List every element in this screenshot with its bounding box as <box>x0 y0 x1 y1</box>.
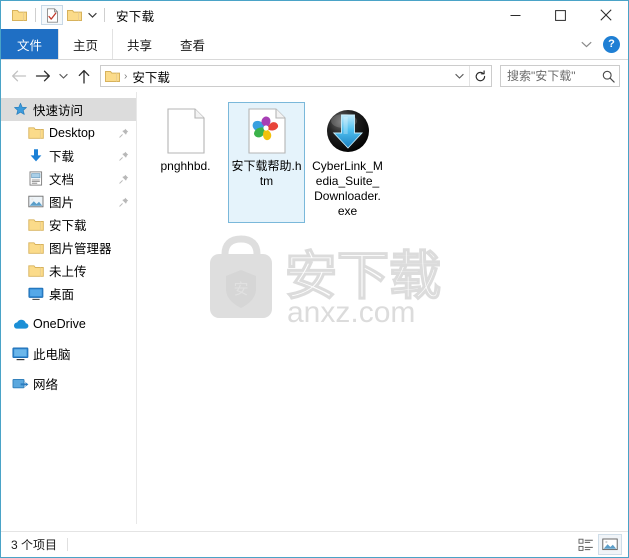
html-pinwheel-icon <box>243 107 291 155</box>
svg-text:安下载: 安下载 <box>285 248 441 306</box>
sidebar-item-label: 未上传 <box>49 265 87 279</box>
file-grid: pnghhbd. 安下载帮助.htm CyberLink_Media_Suite… <box>145 100 628 225</box>
sidebar-item-documents[interactable]: 文档 <box>1 167 136 190</box>
sidebar-item-desktop-en[interactable]: Desktop <box>1 121 136 144</box>
sidebar-item-label: 快速访问 <box>33 104 84 118</box>
this-pc-icon <box>11 345 29 363</box>
blank-document-icon <box>162 107 210 155</box>
minimize-button[interactable] <box>493 1 538 29</box>
star-icon <box>11 101 29 119</box>
folder-icon <box>27 124 45 142</box>
cyberlink-downloader-icon <box>324 107 372 155</box>
pictures-icon <box>27 193 45 211</box>
recent-locations-button[interactable] <box>55 64 72 88</box>
ribbon-right-controls: ? <box>577 29 624 59</box>
sidebar-item-pictures[interactable]: 图片 <box>1 190 136 213</box>
window-controls <box>493 1 628 29</box>
download-icon <box>27 147 45 165</box>
sidebar-item-desktop-cn[interactable]: 桌面 <box>1 282 136 305</box>
sidebar-item-label: 网络 <box>33 378 59 392</box>
file-item[interactable]: pnghhbd. <box>147 102 224 223</box>
folder-icon <box>27 262 45 280</box>
svg-text:anxz.com: anxz.com <box>287 296 415 329</box>
search-input[interactable] <box>501 68 597 84</box>
file-item[interactable]: CyberLink_Media_Suite_Downloader.exe <box>309 102 386 223</box>
sidebar-item-label: 图片管理器 <box>49 242 112 256</box>
file-list-view[interactable]: 安 安下载 anxz.com pnghhbd. 安下载帮助.htm CyberL… <box>137 92 628 524</box>
quick-access-dropdown-icon[interactable] <box>85 5 99 25</box>
toolbar-separator-2 <box>104 8 105 22</box>
sidebar-item-network[interactable]: 网络 <box>1 372 136 395</box>
sidebar-item-label: 此电脑 <box>33 348 71 362</box>
onedrive-icon <box>11 315 29 333</box>
navigation-bar: › 安下载 <box>1 60 628 92</box>
file-name: CyberLink_Media_Suite_Downloader.exe <box>312 159 383 218</box>
ribbon-tabs: 文件 主页 共享 查看 ? <box>1 29 628 60</box>
search-box[interactable] <box>500 65 620 87</box>
sidebar-item-picture-manager[interactable]: 图片管理器 <box>1 236 136 259</box>
title-bar: 安下载 <box>1 1 628 29</box>
folder-icon[interactable] <box>8 5 30 25</box>
chevron-down-icon[interactable] <box>577 35 595 53</box>
pin-icon[interactable] <box>118 197 130 207</box>
sidebar-item-label: 文档 <box>49 173 75 187</box>
sidebar-item-this-pc[interactable]: 此电脑 <box>1 342 136 365</box>
tab-file[interactable]: 文件 <box>1 29 59 59</box>
file-item[interactable]: 安下载帮助.htm <box>228 102 305 223</box>
pin-icon[interactable] <box>118 151 130 161</box>
status-separator <box>67 538 69 551</box>
navigation-pane: 快速访问 Desktop 下载 文档 图片 安下载 图片管理器 未上传 桌面 O… <box>1 92 137 524</box>
close-button[interactable] <box>583 1 628 29</box>
sidebar-item-label: OneDrive <box>33 316 86 331</box>
file-name: pnghhbd. <box>160 159 211 173</box>
search-icon[interactable] <box>597 66 619 86</box>
window-title: 安下载 <box>116 9 155 24</box>
sidebar-item-label: 桌面 <box>49 288 75 302</box>
toolbar-separator <box>35 8 36 22</box>
desktop-icon <box>27 285 45 303</box>
tab-view[interactable]: 查看 <box>166 29 219 59</box>
breadcrumb[interactable]: › 安下载 <box>101 67 449 86</box>
network-icon <box>11 375 29 393</box>
breadcrumb-current[interactable]: 安下载 <box>132 67 170 86</box>
file-name: 安下载帮助.htm <box>231 159 302 188</box>
watermark: 安 安下载 anxz.com <box>177 232 452 332</box>
new-folder-icon[interactable] <box>63 5 85 25</box>
folder-icon <box>105 70 120 82</box>
sidebar-item-anxiazai[interactable]: 安下载 <box>1 213 136 236</box>
maximize-button[interactable] <box>538 1 583 29</box>
sidebar-item-downloads[interactable]: 下载 <box>1 144 136 167</box>
sidebar-item-label: Desktop <box>49 125 95 140</box>
folder-icon <box>27 216 45 234</box>
details-view-button[interactable] <box>574 534 598 555</box>
pin-icon[interactable] <box>118 128 130 138</box>
help-icon[interactable]: ? <box>603 35 620 53</box>
pin-icon[interactable] <box>118 174 130 184</box>
properties-icon[interactable] <box>41 5 63 25</box>
sidebar-item-label: 下载 <box>49 150 75 164</box>
sidebar-item-quick-access[interactable]: 快速访问 <box>1 98 136 121</box>
refresh-icon[interactable] <box>469 66 491 86</box>
tab-share[interactable]: 共享 <box>113 29 166 59</box>
address-dropdown-icon[interactable] <box>449 66 469 86</box>
svg-text:安: 安 <box>233 281 248 298</box>
sidebar-item-label: 图片 <box>49 196 75 210</box>
item-count: 3 个项目 <box>11 538 58 552</box>
forward-button[interactable] <box>31 64 55 88</box>
quick-access-toolbar <box>8 4 110 26</box>
explorer-body: 快速访问 Desktop 下载 文档 图片 安下载 图片管理器 未上传 桌面 O… <box>1 92 628 524</box>
file-explorer-window: 安下载 文件 主页 共享 查看 ? › 安下载 搜索"安下载" 快速访问 Des… <box>0 0 629 558</box>
tab-home[interactable]: 主页 <box>58 29 114 59</box>
folder-icon <box>27 239 45 257</box>
sidebar-item-label: 安下载 <box>49 219 87 233</box>
sidebar-item-onedrive[interactable]: OneDrive <box>1 312 136 335</box>
status-bar: 3 个项目 <box>1 531 628 557</box>
sidebar-item-not-uploaded[interactable]: 未上传 <box>1 259 136 282</box>
document-icon <box>27 170 45 188</box>
large-icons-view-button[interactable] <box>598 534 622 555</box>
up-button[interactable] <box>72 64 96 88</box>
back-button[interactable] <box>7 64 31 88</box>
address-bar[interactable]: › 安下载 <box>100 65 492 87</box>
breadcrumb-separator: › <box>124 70 128 82</box>
